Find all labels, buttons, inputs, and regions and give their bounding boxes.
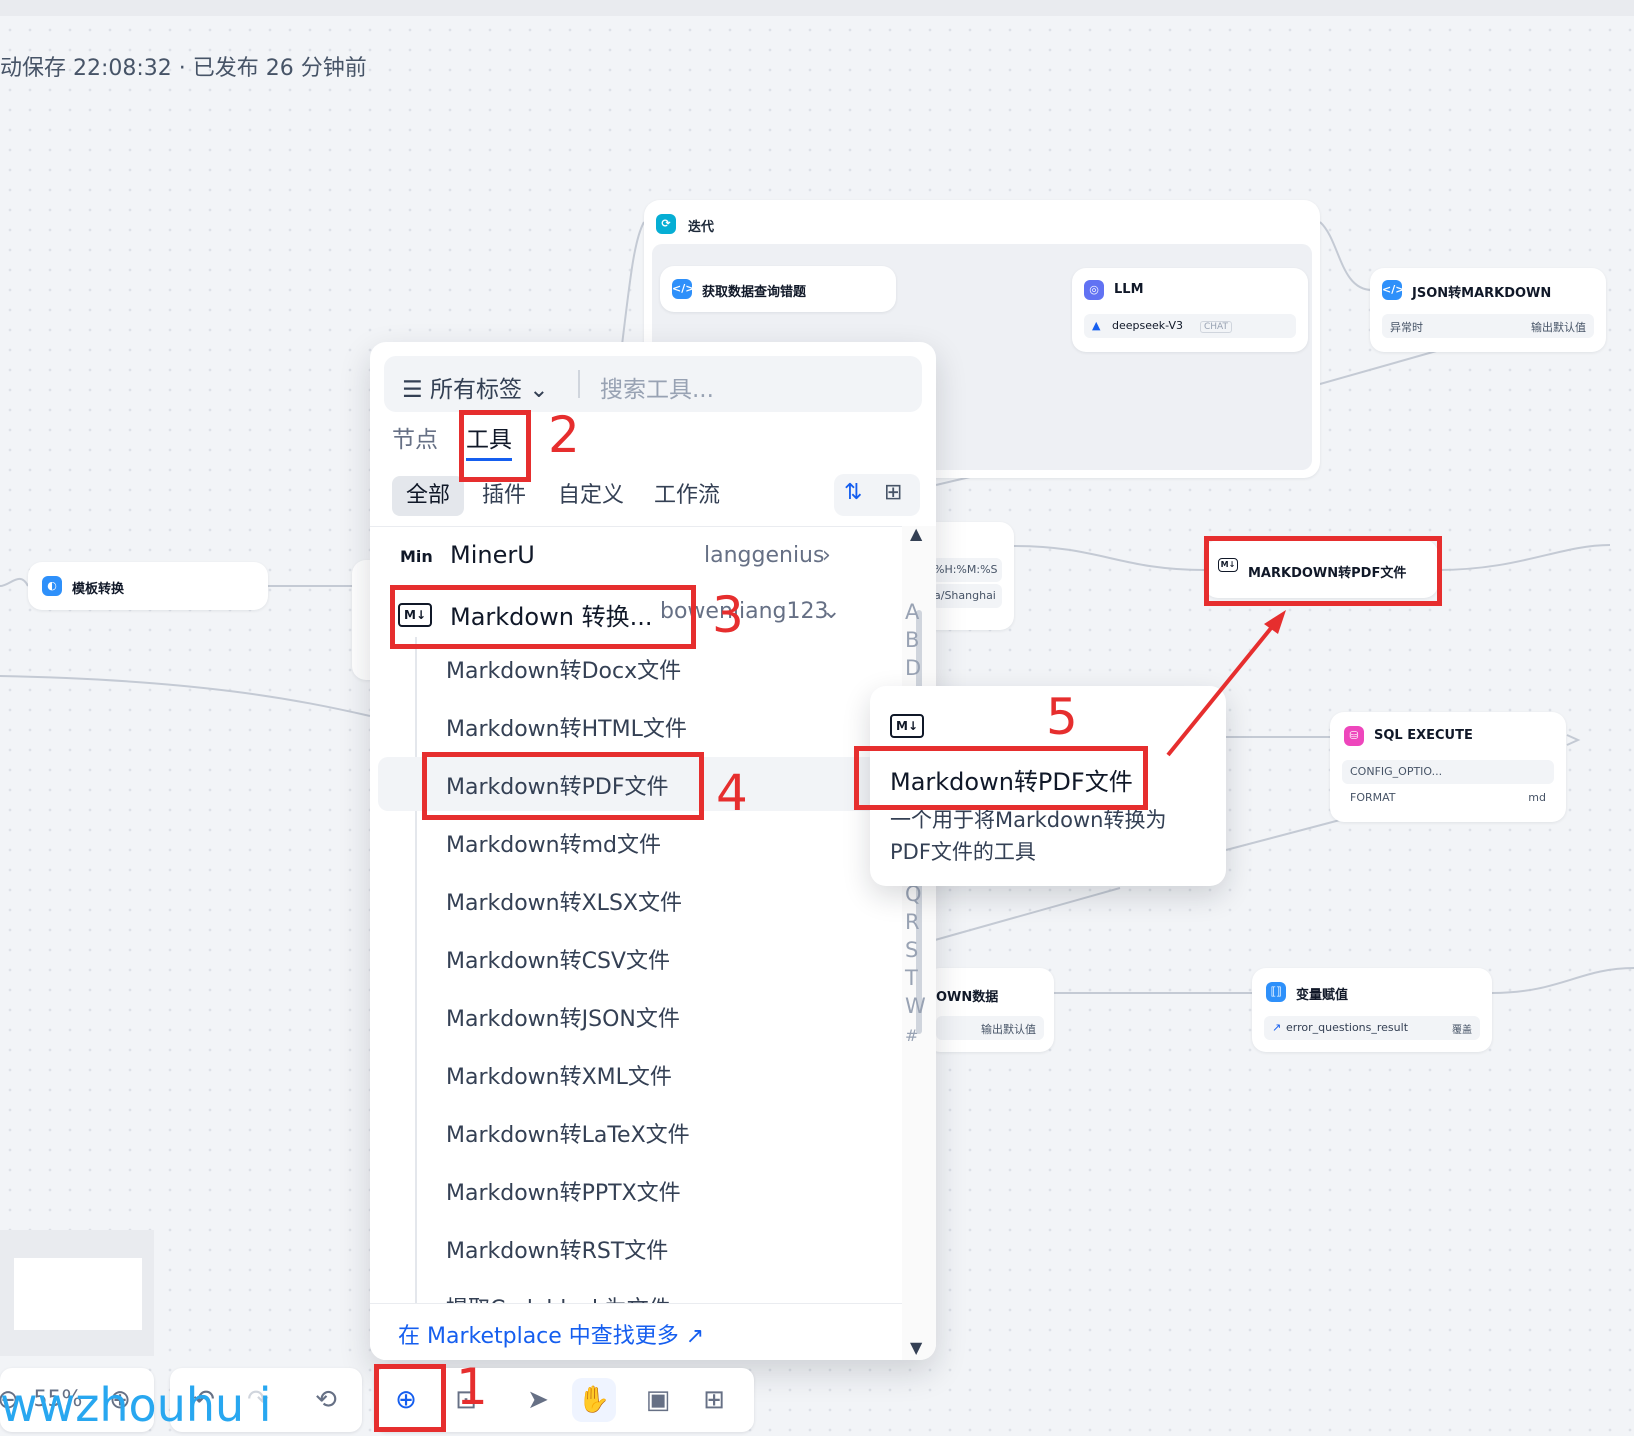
annotation-arrow — [1166, 610, 1286, 757]
watermark: wwzhouhu i — [0, 1378, 272, 1432]
